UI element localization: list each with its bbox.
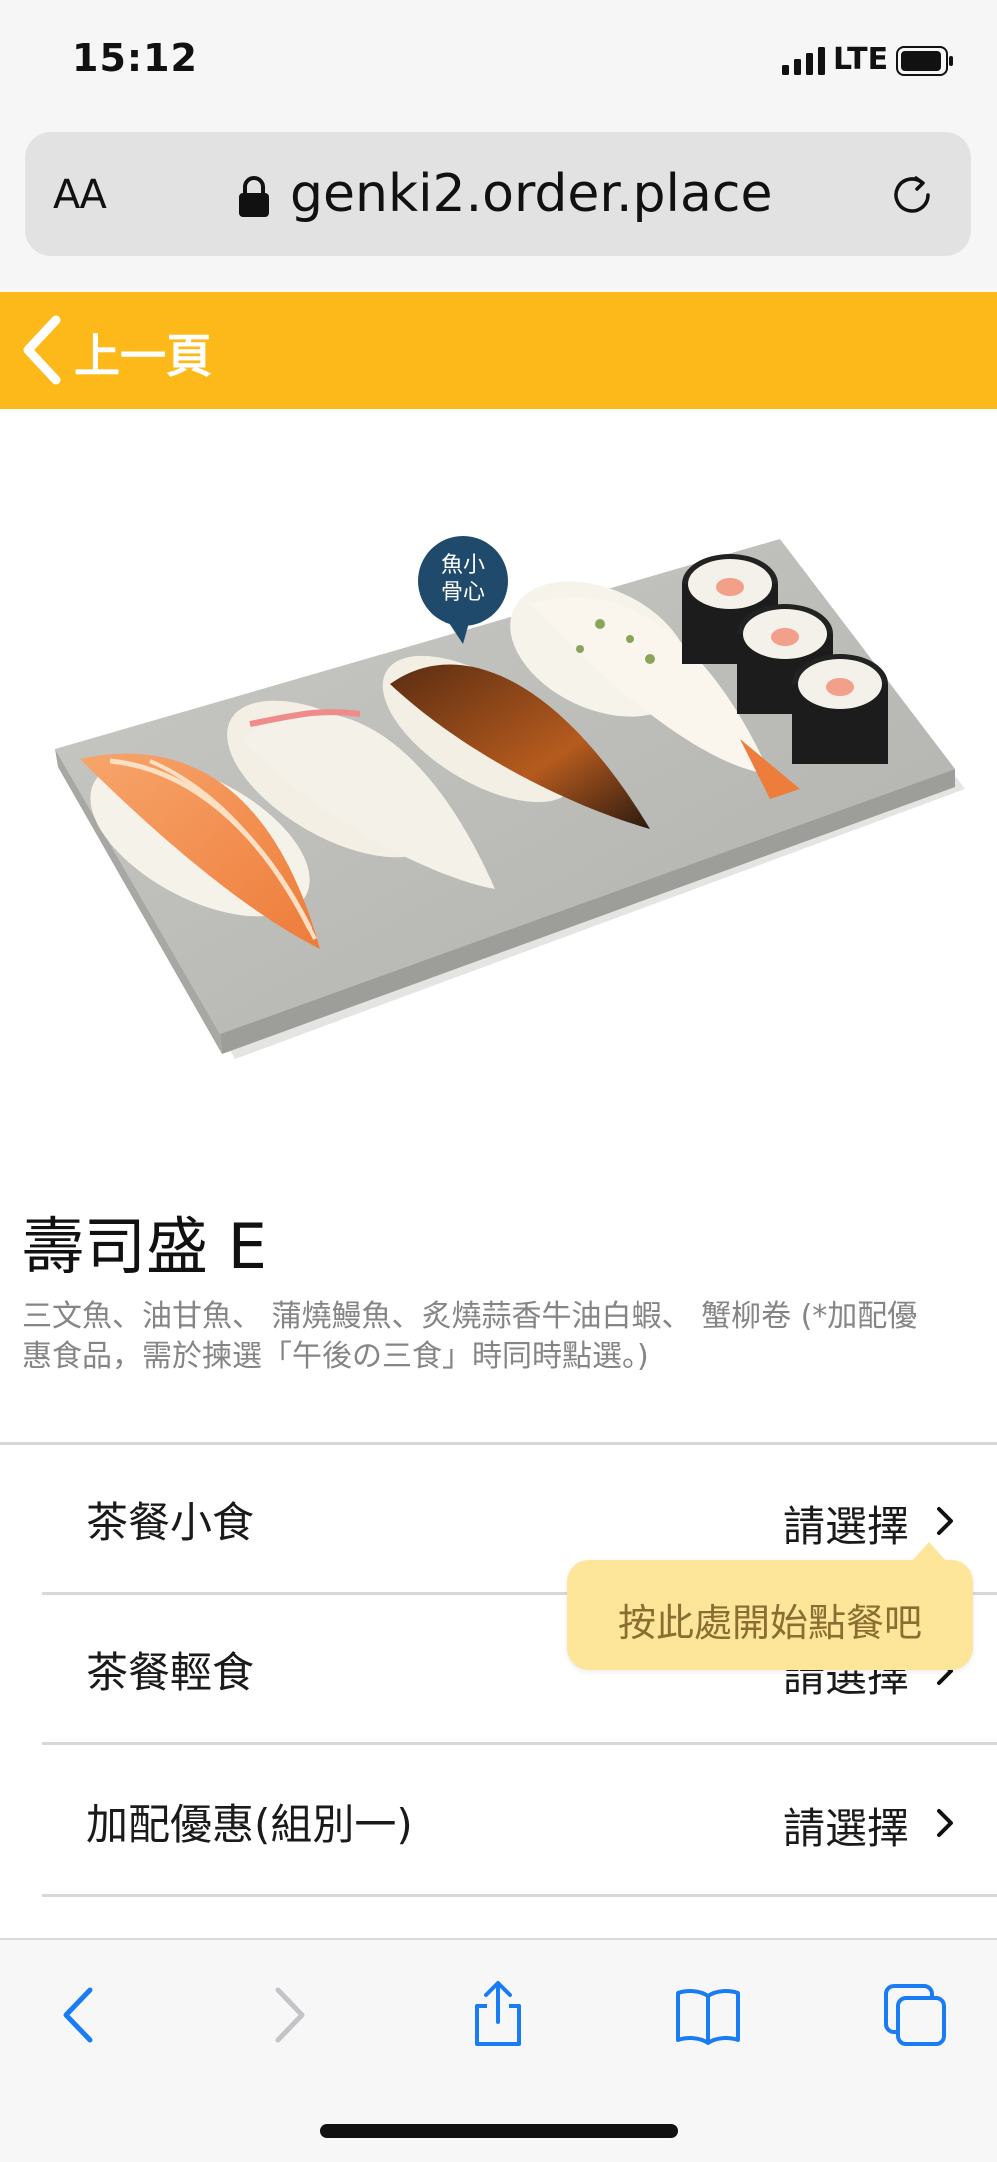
lock-icon bbox=[239, 176, 269, 217]
back-icon[interactable] bbox=[46, 1980, 116, 2050]
option-value: 請選擇 bbox=[782, 1502, 909, 1551]
back-button[interactable]: 上一頁 bbox=[74, 320, 212, 386]
option-label: 茶餐小食 bbox=[86, 1498, 255, 1547]
network-type: LTE bbox=[833, 42, 889, 77]
bookmarks-icon[interactable] bbox=[673, 1980, 743, 2050]
start-order-tooltip[interactable]: 按此處開始點餐吧 bbox=[567, 1542, 973, 1670]
chevron-left-icon[interactable] bbox=[18, 314, 66, 386]
reload-icon[interactable] bbox=[889, 172, 935, 218]
option-value: 請選擇 bbox=[782, 1804, 909, 1853]
svg-text:骨心: 骨心 bbox=[441, 580, 485, 605]
address-bar[interactable]: AA genki2.order.place bbox=[25, 132, 971, 256]
divider bbox=[42, 1742, 997, 1745]
text-size-label: AA bbox=[53, 172, 107, 218]
status-time: 15:12 bbox=[72, 36, 198, 80]
svg-text:魚小: 魚小 bbox=[441, 553, 485, 578]
product-image: 魚小 骨心 bbox=[55, 536, 965, 1059]
status-bar: 15:12 LTE bbox=[0, 0, 997, 125]
divider bbox=[42, 1894, 997, 1897]
browser-chrome: AA genki2.order.place bbox=[0, 125, 997, 292]
product-title: 壽司盛 E bbox=[22, 1210, 267, 1283]
battery-icon bbox=[896, 46, 953, 76]
page-header: 上一頁 bbox=[0, 292, 997, 409]
product-description: 三文魚、油甘魚、 蒲燒鰻魚、炙燒蒜香牛油白蝦、 蟹柳卷 (*加配優惠食品，需於揀… bbox=[22, 1299, 918, 1374]
share-icon[interactable] bbox=[463, 1980, 533, 2050]
chevron-right-icon bbox=[937, 1507, 953, 1535]
tooltip-text: 按此處開始點餐吧 bbox=[617, 1601, 922, 1645]
signal-icon bbox=[782, 47, 825, 75]
option-row-addon-group1[interactable]: 加配優惠(組別一) 請選擇 bbox=[42, 1747, 997, 1897]
option-label: 加配優惠(組別一) bbox=[86, 1800, 413, 1849]
home-indicator[interactable] bbox=[320, 2124, 678, 2138]
option-label: 茶餐輕食 bbox=[86, 1648, 255, 1697]
tabs-icon[interactable] bbox=[880, 1980, 950, 2050]
text-size-button[interactable]: AA bbox=[53, 172, 107, 218]
url-text[interactable]: genki2.order.place bbox=[290, 164, 772, 224]
chevron-right-icon bbox=[937, 1809, 953, 1837]
forward-icon[interactable] bbox=[252, 1980, 322, 2050]
